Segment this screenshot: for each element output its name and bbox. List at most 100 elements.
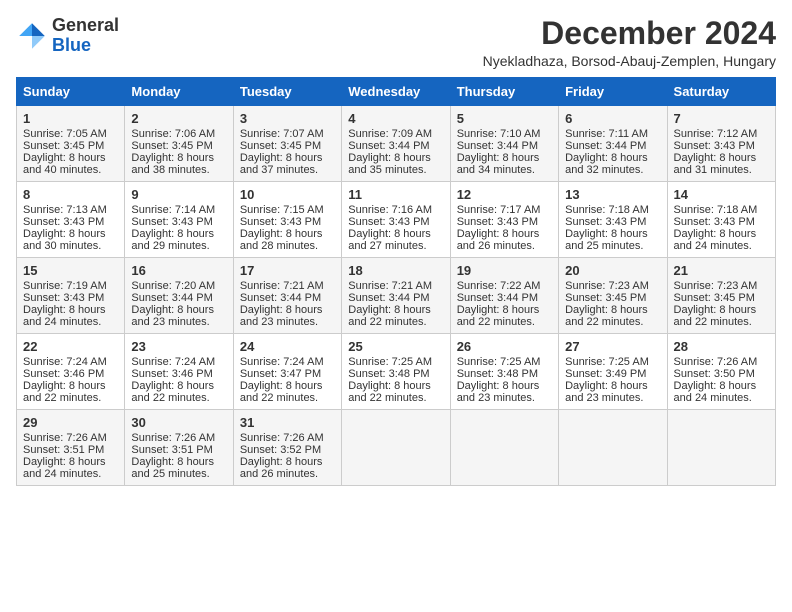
daylight-text: Daylight: 8 hours and 38 minutes. [131, 152, 214, 176]
day-number: 15 [23, 263, 118, 278]
sunrise-text: Sunrise: 7:26 AM [674, 356, 758, 368]
week-row-0: 1Sunrise: 7:05 AMSunset: 3:45 PMDaylight… [17, 106, 776, 182]
sunrise-text: Sunrise: 7:24 AM [131, 356, 215, 368]
daylight-text: Daylight: 8 hours and 24 minutes. [23, 456, 106, 480]
calendar-cell: 3Sunrise: 7:07 AMSunset: 3:45 PMDaylight… [233, 106, 341, 182]
daylight-text: Daylight: 8 hours and 22 minutes. [457, 304, 540, 328]
header-monday: Monday [125, 78, 233, 106]
calendar-cell: 16Sunrise: 7:20 AMSunset: 3:44 PMDayligh… [125, 258, 233, 334]
calendar-table: SundayMondayTuesdayWednesdayThursdayFrid… [16, 77, 776, 486]
calendar-cell [667, 410, 775, 486]
sunset-text: Sunset: 3:45 PM [240, 140, 321, 152]
day-number: 22 [23, 339, 118, 354]
sunset-text: Sunset: 3:45 PM [23, 140, 104, 152]
header-saturday: Saturday [667, 78, 775, 106]
calendar-cell: 27Sunrise: 7:25 AMSunset: 3:49 PMDayligh… [559, 334, 667, 410]
sunset-text: Sunset: 3:43 PM [457, 216, 538, 228]
daylight-text: Daylight: 8 hours and 35 minutes. [348, 152, 431, 176]
calendar-cell: 12Sunrise: 7:17 AMSunset: 3:43 PMDayligh… [450, 182, 558, 258]
daylight-text: Daylight: 8 hours and 32 minutes. [565, 152, 648, 176]
sunrise-text: Sunrise: 7:21 AM [240, 280, 324, 292]
daylight-text: Daylight: 8 hours and 23 minutes. [457, 380, 540, 404]
sunrise-text: Sunrise: 7:26 AM [240, 432, 324, 444]
daylight-text: Daylight: 8 hours and 23 minutes. [131, 304, 214, 328]
sunset-text: Sunset: 3:49 PM [565, 368, 646, 380]
day-number: 23 [131, 339, 226, 354]
day-number: 27 [565, 339, 660, 354]
sunset-text: Sunset: 3:44 PM [240, 292, 321, 304]
sunset-text: Sunset: 3:44 PM [457, 292, 538, 304]
day-number: 24 [240, 339, 335, 354]
sunset-text: Sunset: 3:44 PM [348, 140, 429, 152]
daylight-text: Daylight: 8 hours and 22 minutes. [674, 304, 757, 328]
location-subtitle: Nyekladhaza, Borsod-Abauj-Zemplen, Hunga… [483, 53, 776, 69]
calendar-body: 1Sunrise: 7:05 AMSunset: 3:45 PMDaylight… [17, 106, 776, 486]
daylight-text: Daylight: 8 hours and 40 minutes. [23, 152, 106, 176]
day-number: 8 [23, 187, 118, 202]
sunset-text: Sunset: 3:51 PM [131, 444, 212, 456]
sunset-text: Sunset: 3:43 PM [240, 216, 321, 228]
day-number: 28 [674, 339, 769, 354]
sunrise-text: Sunrise: 7:15 AM [240, 204, 324, 216]
sunset-text: Sunset: 3:52 PM [240, 444, 321, 456]
day-number: 1 [23, 111, 118, 126]
sunset-text: Sunset: 3:51 PM [23, 444, 104, 456]
calendar-cell: 23 Sunrise: 7:24 AMSunset: 3:46 PMDayligh… [125, 334, 233, 410]
header-thursday: Thursday [450, 78, 558, 106]
sunrise-text: Sunrise: 7:26 AM [23, 432, 107, 444]
calendar-cell: 29 Sunrise: 7:26 AMSunset: 3:51 PMDayligh… [17, 410, 125, 486]
day-number: 7 [674, 111, 769, 126]
daylight-text: Daylight: 8 hours and 22 minutes. [348, 304, 431, 328]
daylight-text: Daylight: 8 hours and 26 minutes. [240, 456, 323, 480]
calendar-cell: 21Sunrise: 7:23 AMSunset: 3:45 PMDayligh… [667, 258, 775, 334]
sunset-text: Sunset: 3:46 PM [131, 368, 212, 380]
logo-icon [16, 20, 48, 52]
calendar-cell: 4Sunrise: 7:09 AMSunset: 3:44 PMDaylight… [342, 106, 450, 182]
sunset-text: Sunset: 3:50 PM [674, 368, 755, 380]
sunrise-text: Sunrise: 7:17 AM [457, 204, 541, 216]
daylight-text: Daylight: 8 hours and 25 minutes. [565, 228, 648, 252]
day-number: 29 [23, 415, 118, 430]
sunset-text: Sunset: 3:44 PM [457, 140, 538, 152]
calendar-cell: 26Sunrise: 7:25 AMSunset: 3:48 PMDayligh… [450, 334, 558, 410]
sunset-text: Sunset: 3:45 PM [674, 292, 755, 304]
daylight-text: Daylight: 8 hours and 22 minutes. [131, 380, 214, 404]
daylight-text: Daylight: 8 hours and 22 minutes. [240, 380, 323, 404]
calendar-cell: 9Sunrise: 7:14 AMSunset: 3:43 PMDaylight… [125, 182, 233, 258]
sunrise-text: Sunrise: 7:21 AM [348, 280, 432, 292]
calendar-cell: 31Sunrise: 7:26 AMSunset: 3:52 PMDayligh… [233, 410, 341, 486]
sunrise-text: Sunrise: 7:26 AM [131, 432, 215, 444]
day-number: 13 [565, 187, 660, 202]
daylight-text: Daylight: 8 hours and 26 minutes. [457, 228, 540, 252]
sunrise-text: Sunrise: 7:13 AM [23, 204, 107, 216]
sunrise-text: Sunrise: 7:16 AM [348, 204, 432, 216]
sunrise-text: Sunrise: 7:22 AM [457, 280, 541, 292]
daylight-text: Daylight: 8 hours and 22 minutes. [348, 380, 431, 404]
sunset-text: Sunset: 3:44 PM [131, 292, 212, 304]
day-number: 20 [565, 263, 660, 278]
sunset-text: Sunset: 3:43 PM [23, 292, 104, 304]
day-number: 4 [348, 111, 443, 126]
day-number: 14 [674, 187, 769, 202]
calendar-header-row: SundayMondayTuesdayWednesdayThursdayFrid… [17, 78, 776, 106]
daylight-text: Daylight: 8 hours and 30 minutes. [23, 228, 106, 252]
sunset-text: Sunset: 3:43 PM [348, 216, 429, 228]
title-area: December 2024 Nyekladhaza, Borsod-Abauj-… [483, 16, 776, 69]
sunset-text: Sunset: 3:46 PM [23, 368, 104, 380]
day-number: 6 [565, 111, 660, 126]
sunrise-text: Sunrise: 7:05 AM [23, 128, 107, 140]
day-number: 19 [457, 263, 552, 278]
header-wednesday: Wednesday [342, 78, 450, 106]
sunset-text: Sunset: 3:47 PM [240, 368, 321, 380]
page-header: General Blue December 2024 Nyekladhaza, … [16, 16, 776, 69]
sunrise-text: Sunrise: 7:24 AM [23, 356, 107, 368]
daylight-text: Daylight: 8 hours and 25 minutes. [131, 456, 214, 480]
day-number: 5 [457, 111, 552, 126]
daylight-text: Daylight: 8 hours and 23 minutes. [565, 380, 648, 404]
calendar-cell: 10Sunrise: 7:15 AMSunset: 3:43 PMDayligh… [233, 182, 341, 258]
month-title: December 2024 [483, 16, 776, 51]
day-number: 16 [131, 263, 226, 278]
daylight-text: Daylight: 8 hours and 22 minutes. [565, 304, 648, 328]
sunset-text: Sunset: 3:45 PM [131, 140, 212, 152]
header-tuesday: Tuesday [233, 78, 341, 106]
